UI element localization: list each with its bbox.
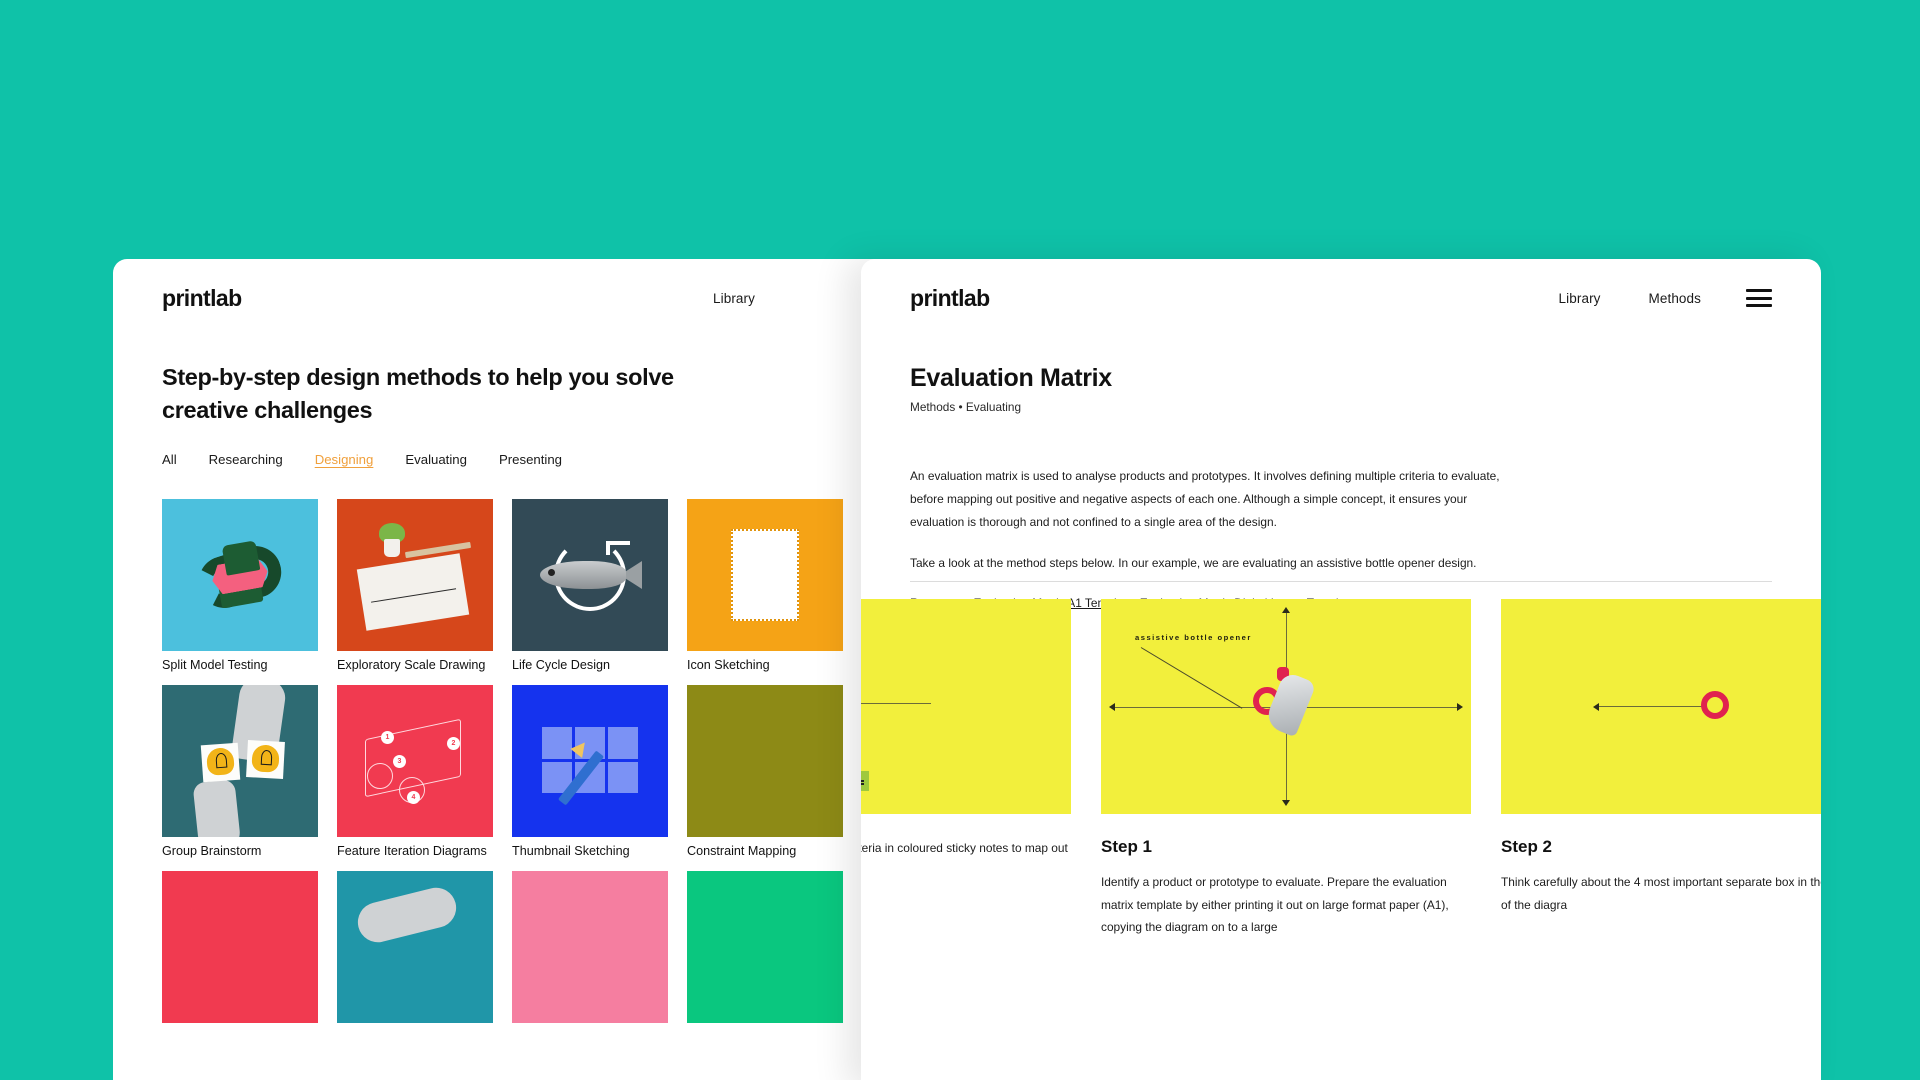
callout-number: 3 bbox=[393, 755, 406, 768]
step-card[interactable]: EXCELLENT SURFACE FINISH WITH NO POST-PR… bbox=[861, 599, 1071, 939]
right-window-nav-links: Library Methods bbox=[1559, 291, 1701, 306]
brand-logo[interactable]: printlab bbox=[910, 285, 990, 312]
wheel-shape bbox=[367, 763, 393, 789]
filter-tabs: All Researching Designing Evaluating Pre… bbox=[162, 452, 562, 467]
method-card-label: Thumbnail Sketching bbox=[512, 844, 630, 858]
paper-sheet-shape bbox=[356, 553, 470, 631]
fish-eye-shape bbox=[548, 569, 555, 576]
callout-number: 4 bbox=[407, 791, 420, 804]
step-text: Think carefully about the 4 most importa… bbox=[1501, 875, 1821, 912]
arrow-left-icon bbox=[1593, 702, 1599, 711]
arrow-up-icon bbox=[1282, 607, 1290, 613]
nav-link-methods[interactable]: Methods bbox=[1649, 291, 1701, 306]
method-card[interactable]: 1 2 3 4 Feature Iteration Diagrams bbox=[337, 685, 493, 858]
method-card-label: Constraint Mapping bbox=[687, 844, 797, 858]
method-thumbnail-row3-2 bbox=[337, 871, 493, 1023]
method-thumbnail-split-model-testing bbox=[162, 499, 318, 651]
method-card-label: Exploratory Scale Drawing bbox=[337, 658, 486, 672]
axis-line bbox=[1597, 706, 1707, 707]
method-card[interactable]: Constraint Mapping bbox=[687, 685, 843, 858]
section-divider bbox=[910, 581, 1772, 582]
method-card-label: Icon Sketching bbox=[687, 658, 770, 672]
method-thumbnail-constraint-mapping bbox=[687, 685, 843, 837]
filter-tab-designing[interactable]: Designing bbox=[315, 452, 374, 467]
brand-logo[interactable]: printlab bbox=[162, 285, 242, 312]
step-card[interactable]: Step 2 Think carefully about the 4 most … bbox=[1501, 599, 1821, 939]
evaluation-matrix-window: printlab Library Methods Evaluation Matr… bbox=[861, 259, 1821, 1080]
method-thumbnail-life-cycle-design bbox=[512, 499, 668, 651]
step-card[interactable]: assistive bottle opener Step 1 Identify … bbox=[1101, 599, 1471, 939]
method-card[interactable]: Icon Sketching bbox=[687, 499, 843, 672]
nav-link-library[interactable]: Library bbox=[713, 291, 755, 306]
method-card-label: Life Cycle Design bbox=[512, 658, 610, 672]
step-image-sticky-notes: EXCELLENT SURFACE FINISH WITH NO POST-PR… bbox=[861, 599, 1071, 814]
method-card-label: Split Model Testing bbox=[162, 658, 268, 672]
cycle-arrow-head-icon bbox=[606, 541, 630, 555]
step-image-evaluation-axes: assistive bottle opener bbox=[1101, 599, 1471, 814]
method-card[interactable] bbox=[687, 871, 843, 1023]
method-thumbnail-row3-3 bbox=[512, 871, 668, 1023]
step-title: Step 1 bbox=[1101, 837, 1153, 856]
bolt-head-shape bbox=[221, 540, 261, 576]
hamburger-icon[interactable] bbox=[1746, 289, 1772, 307]
left-window-nav-links: Library bbox=[713, 291, 755, 306]
hand-icon bbox=[353, 883, 461, 947]
right-window-navbar: printlab Library Methods bbox=[861, 259, 1821, 339]
callout-label: assistive bottle opener bbox=[1135, 633, 1252, 642]
sketch-card-shape bbox=[731, 529, 799, 621]
breadcrumb: Methods • Evaluating bbox=[910, 400, 1022, 414]
method-thumbnail-row3-4 bbox=[687, 871, 843, 1023]
arrow-right-icon bbox=[1457, 702, 1463, 711]
page-title: Step-by-step design methods to help you … bbox=[162, 364, 674, 424]
paragraph-example: Take a look at the method steps below. I… bbox=[910, 555, 1477, 570]
hand-icon bbox=[192, 778, 242, 837]
method-card[interactable]: Split Model Testing bbox=[162, 499, 318, 672]
method-description: An evaluation matrix is used to analyse … bbox=[910, 465, 1510, 615]
method-thumbnail-feature-iteration-diagrams: 1 2 3 4 bbox=[337, 685, 493, 837]
hand-icon bbox=[1263, 670, 1317, 738]
filter-tab-all[interactable]: All bbox=[162, 452, 177, 467]
filter-tab-evaluating[interactable]: Evaluating bbox=[405, 452, 467, 467]
sticky-note-green bbox=[861, 771, 869, 791]
method-card[interactable] bbox=[162, 871, 318, 1023]
filter-tab-presenting[interactable]: Presenting bbox=[499, 452, 562, 467]
method-thumbnail-row3-1 bbox=[162, 871, 318, 1023]
bottle-opener-icon bbox=[1701, 691, 1729, 719]
method-card[interactable] bbox=[512, 871, 668, 1023]
method-card[interactable] bbox=[337, 871, 493, 1023]
callout-leader-line bbox=[1140, 647, 1243, 709]
method-card[interactable]: Group Brainstorm bbox=[162, 685, 318, 858]
filter-tab-researching[interactable]: Researching bbox=[209, 452, 283, 467]
callout-number: 2 bbox=[447, 737, 460, 750]
lightbulb-card-icon bbox=[246, 740, 285, 779]
method-card[interactable]: Life Cycle Design bbox=[512, 499, 668, 672]
method-title: Evaluation Matrix bbox=[910, 364, 1112, 392]
paragraph-intro: An evaluation matrix is used to analyse … bbox=[910, 469, 1500, 529]
step-title: Step 2 bbox=[1501, 837, 1553, 856]
method-card[interactable]: Thumbnail Sketching bbox=[512, 685, 668, 858]
method-thumbnail-thumbnail-sketching bbox=[512, 685, 668, 837]
method-steps: EXCELLENT SURFACE FINISH WITH NO POST-PR… bbox=[861, 599, 1821, 939]
method-card-label: Feature Iteration Diagrams bbox=[337, 844, 487, 858]
method-thumbnail-exploratory-scale-drawing bbox=[337, 499, 493, 651]
method-thumbnail-group-brainstorm bbox=[162, 685, 318, 837]
arrow-down-icon bbox=[1282, 800, 1290, 806]
nav-link-library[interactable]: Library bbox=[1559, 291, 1601, 306]
step-text: Identify a product or prototype to evalu… bbox=[1101, 875, 1449, 935]
arrow-left-icon bbox=[1109, 702, 1115, 711]
method-card[interactable]: Exploratory Scale Drawing bbox=[337, 499, 493, 672]
callout-number: 1 bbox=[381, 731, 394, 744]
step-image-criteria bbox=[1501, 599, 1821, 814]
step-text: d negative aspects of each criteria in c… bbox=[861, 841, 1068, 855]
method-card-label: Group Brainstorm bbox=[162, 844, 262, 858]
lightbulb-card-icon bbox=[200, 742, 241, 783]
desktop-background: printlab Library Step-by-step design met… bbox=[0, 0, 1920, 1080]
method-thumbnail-icon-sketching bbox=[687, 499, 843, 651]
axis-line bbox=[861, 703, 931, 704]
plant-pot-icon bbox=[384, 539, 400, 557]
